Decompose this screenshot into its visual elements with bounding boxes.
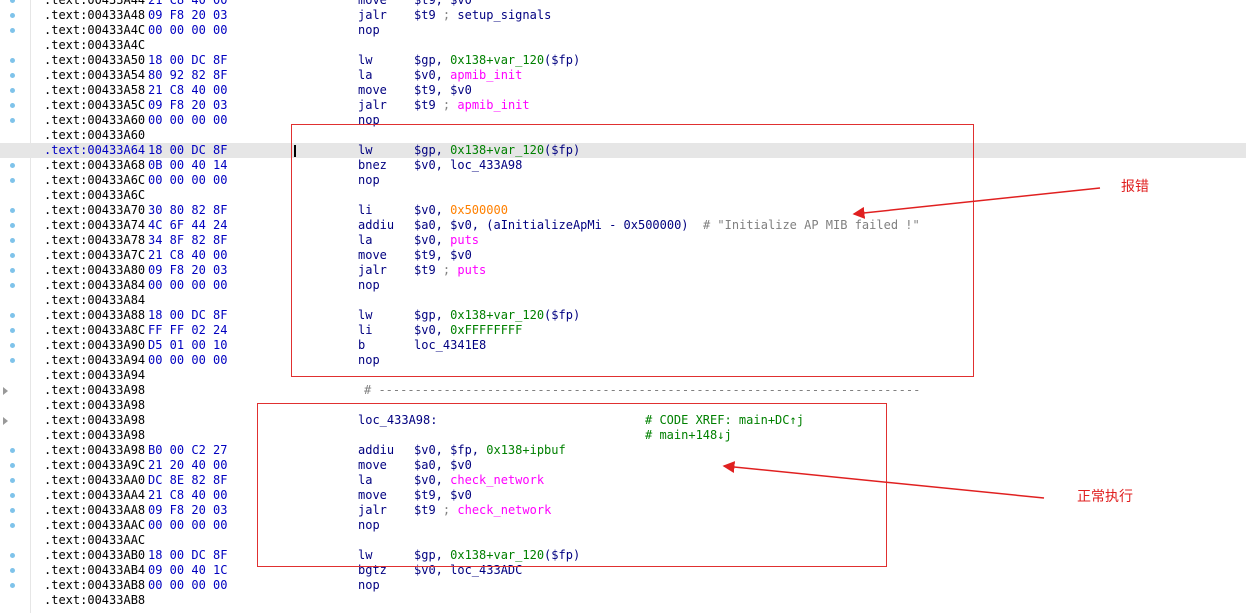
normal-annotation-label: 正常执行 (1077, 489, 1133, 505)
error-annotation-arrow (852, 187, 1101, 219)
annotation-arrows (722, 187, 1101, 499)
normal-annotation-arrow (722, 461, 1045, 499)
error-annotation-label: 报错 (1121, 179, 1149, 195)
